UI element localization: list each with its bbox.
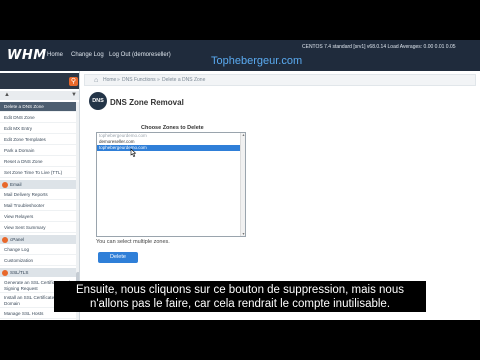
zones-label: Choose Zones to Delete (141, 125, 204, 131)
collapse-up-icon[interactable]: ▲ (4, 92, 10, 98)
sidebar-item-delete-dns-zone[interactable]: Delete a DNS Zone (0, 102, 76, 112)
sidebar-item-change-log[interactable]: Change Log (0, 245, 76, 255)
help-text: You can select multiple zones. (96, 239, 170, 245)
breadcrumb-separator: » (157, 77, 160, 83)
dns-icon: DNS (89, 92, 107, 110)
sidebar-item-view-relayers[interactable]: View Relayers (0, 212, 76, 222)
listbox-scrollbar[interactable]: ▲ ▼ (240, 133, 245, 236)
sidebar-section-cpanel[interactable]: cPanel (0, 235, 76, 244)
zones-listbox[interactable]: tophebergeurdemo.com demoreseller.com to… (96, 132, 246, 237)
section-label: SSL/TLS (10, 270, 29, 275)
video-frame: WHM Home Change Log Log Out (demoreselle… (0, 0, 480, 360)
system-info: CENTOS 7.4 standard [srv1] v68.0.14 Load… (302, 44, 456, 50)
sidebar-item-reset-dns-zone[interactable]: Reset a DNS Zone (0, 157, 76, 167)
sidebar-section-ssl[interactable]: SSL/TLS (0, 268, 76, 277)
breadcrumb-home[interactable]: Home (103, 75, 116, 85)
zone-option-selected[interactable]: tophebergeurdemo.com (97, 145, 245, 151)
mouse-cursor-icon (130, 148, 137, 157)
home-icon[interactable]: ⌂ (94, 76, 98, 86)
subtitle-line-1: Ensuite, nous cliquons sur ce bouton de … (76, 283, 404, 296)
whm-logo: WHM (7, 48, 47, 63)
section-label: Email (10, 182, 22, 187)
nav-change-log-link[interactable]: Change Log (71, 52, 104, 58)
sidebar-item-set-zone-ttl[interactable]: Set Zone Time To Live (TTL) (0, 168, 76, 178)
sidebar-item-mail-delivery-reports[interactable]: Mail Delivery Reports (0, 190, 76, 200)
sidebar-item-edit-zone-templates[interactable]: Edit Zone Templates (0, 135, 76, 145)
sidebar-collapse-controls: ▲ ▼ (0, 91, 79, 100)
cpanel-icon (2, 236, 8, 243)
sidebar-item-edit-dns-zone[interactable]: Edit DNS Zone (0, 113, 76, 123)
nav-logout-link[interactable]: Log Out (demoreseller) (109, 52, 171, 58)
breadcrumb-separator: » (117, 77, 120, 83)
breadcrumb-current: Delete a DNS Zone (162, 77, 206, 83)
section-label: cPanel (10, 237, 25, 242)
search-icon[interactable]: ⚲ (69, 77, 78, 86)
sidebar-item-edit-mx-entry[interactable]: Edit MX Entry (0, 124, 76, 134)
channel-watermark: Tophebergeur.com (211, 55, 303, 67)
nav-home-link[interactable]: Home (47, 52, 63, 58)
sidebar-item-view-sent-summary[interactable]: View Sent Summary (0, 223, 76, 233)
video-subtitle: Ensuite, nous cliquons sur ce bouton de … (54, 281, 426, 312)
breadcrumb: ⌂ Home » DNS Functions » Delete a DNS Zo… (84, 74, 476, 86)
sidebar-search-input[interactable]: ⚲ (0, 73, 79, 89)
delete-button[interactable]: Delete (98, 252, 138, 263)
whm-window: WHM Home Change Log Log Out (demoreselle… (0, 40, 480, 320)
breadcrumb-dns-functions[interactable]: DNS Functions (122, 75, 156, 85)
collapse-down-icon[interactable]: ▼ (71, 92, 77, 98)
scroll-down-icon[interactable]: ▼ (241, 232, 245, 236)
sidebar-item-mail-troubleshooter[interactable]: Mail Troubleshooter (0, 201, 76, 211)
page-title: DNS Zone Removal (110, 98, 184, 107)
sidebar-item-customization[interactable]: Customization (0, 256, 76, 266)
scroll-up-icon[interactable]: ▲ (241, 133, 245, 137)
sidebar-item-park-domain[interactable]: Park a Domain (0, 146, 76, 156)
email-icon (2, 181, 8, 188)
lock-icon (2, 269, 8, 276)
top-bar: WHM Home Change Log Log Out (demoreselle… (0, 40, 480, 71)
subtitle-line-2: n'allons pas le faire, car cela rendrait… (89, 297, 391, 310)
sidebar-section-email[interactable]: Email (0, 180, 76, 189)
